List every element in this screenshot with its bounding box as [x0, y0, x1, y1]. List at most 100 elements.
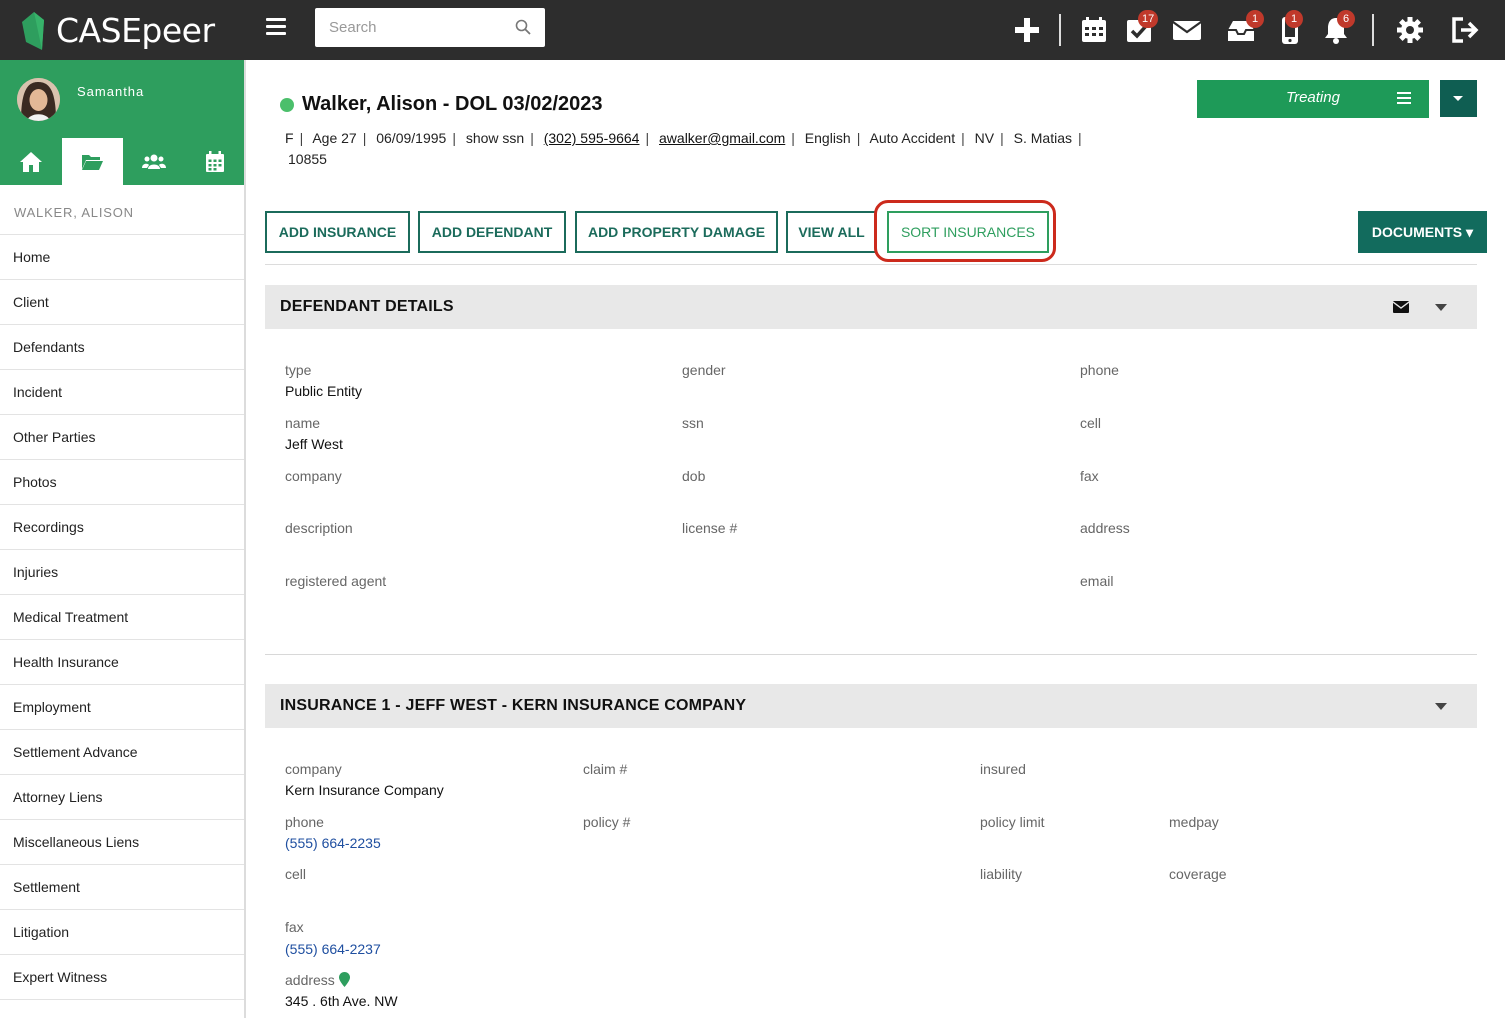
field-label-phone: phone — [285, 814, 324, 830]
sidebar-item-photos[interactable]: Photos — [0, 460, 244, 505]
collapse-chevron-icon[interactable] — [1435, 304, 1447, 311]
collapse-chevron-icon[interactable] — [1435, 703, 1447, 710]
sidebar-nav: Home Client Defendants Incident Other Partie… — [0, 235, 244, 1000]
status-menu-icon — [1397, 92, 1411, 104]
client-phone-link[interactable]: (302) 595-9664 — [544, 130, 640, 146]
insurance-1-header[interactable]: INSURANCE 1 - JEFF WEST - KERN INSURANCE… — [265, 684, 1477, 728]
notifications-bell-icon[interactable]: 6 — [1319, 10, 1355, 48]
menu-toggle-icon[interactable] — [266, 18, 286, 36]
sidebar-item-expert-witness[interactable]: Expert Witness — [0, 955, 244, 1000]
status-dot — [280, 98, 294, 112]
map-pin-icon[interactable] — [338, 972, 350, 987]
client-dob: 06/09/1995 — [376, 130, 447, 146]
field-value-name: Jeff West — [285, 436, 343, 452]
field-label-company: company — [285, 468, 342, 484]
casepeer-logo[interactable]: CASEpeer — [18, 6, 215, 54]
avatar[interactable] — [17, 78, 60, 121]
highlight-annotation — [874, 200, 1056, 262]
sidebar-user-panel: Samantha — [0, 60, 244, 185]
sidebar-item-medical-treatment[interactable]: Medical Treatment — [0, 595, 244, 640]
mail-icon[interactable] — [1170, 12, 1204, 48]
case-status-button[interactable]: Treating — [1197, 80, 1429, 118]
field-value-address: 345 . 6th Ave. NW — [285, 993, 398, 1009]
field-label-ssn: ssn — [682, 415, 704, 431]
add-insurance-button[interactable]: ADD INSURANCE — [265, 211, 410, 253]
client-age: Age 27 — [312, 130, 357, 146]
tab-contacts[interactable] — [123, 138, 185, 185]
sidebar-item-miscellaneous-liens[interactable]: Miscellaneous Liens — [0, 820, 244, 865]
home-icon — [19, 151, 42, 172]
sidebar-item-settlement[interactable]: Settlement — [0, 865, 244, 910]
status-dropdown-toggle[interactable] — [1440, 80, 1477, 117]
field-label-name: name — [285, 415, 321, 431]
tab-case-files[interactable] — [61, 138, 123, 185]
sidebar-item-defendants[interactable]: Defendants — [0, 325, 244, 370]
search-icon[interactable] — [515, 19, 531, 35]
view-all-button[interactable]: VIEW ALL — [786, 211, 877, 253]
defendant-details-header[interactable]: DEFENDANT DETAILS — [265, 285, 1477, 329]
field-label-insured: insured — [980, 761, 1026, 777]
insurance-phone-link[interactable]: (555) 664-2235 — [285, 835, 381, 851]
sidebar-item-settlement-advance[interactable]: Settlement Advance — [0, 730, 244, 775]
sidebar-item-recordings[interactable]: Recordings — [0, 505, 244, 550]
field-label-email: email — [1080, 573, 1114, 589]
sidebar-item-litigation[interactable]: Litigation — [0, 910, 244, 955]
field-label-coverage: coverage — [1169, 866, 1227, 882]
field-label-type: type — [285, 362, 312, 378]
brand-name: CASEpeer — [56, 10, 215, 50]
client-language: English — [804, 130, 851, 146]
section-divider — [265, 654, 1477, 655]
field-label-policy: policy # — [583, 814, 631, 830]
chevron-down-icon — [1453, 96, 1463, 101]
field-value-company: Kern Insurance Company — [285, 782, 444, 798]
add-new-icon[interactable] — [1010, 12, 1044, 48]
settings-gear-icon[interactable] — [1393, 12, 1427, 48]
field-label-dob: dob — [682, 468, 706, 484]
field-label-cell: cell — [1080, 415, 1102, 431]
field-label-address: address — [285, 972, 350, 988]
sidebar-tabs — [0, 138, 246, 185]
section-title: INSURANCE 1 - JEFF WEST - KERN INSURANCE… — [280, 697, 747, 714]
sidebar-item-attorney-liens[interactable]: Attorney Liens — [0, 775, 244, 820]
sidebar-item-health-insurance[interactable]: Health Insurance — [0, 640, 244, 685]
tab-calendar[interactable] — [185, 138, 247, 185]
tab-home[interactable] — [0, 138, 62, 185]
field-label-fax: fax — [1080, 468, 1099, 484]
documents-dropdown-button[interactable]: DOCUMENTS ▾ — [1358, 211, 1487, 253]
inbox-icon[interactable]: 1 — [1224, 10, 1264, 48]
case-state: NV — [974, 130, 995, 146]
logout-icon[interactable] — [1448, 12, 1482, 48]
field-label-fax: fax — [285, 919, 304, 935]
section-title: DEFENDANT DETAILS — [280, 298, 454, 315]
sidebar-item-home[interactable]: Home — [0, 235, 244, 280]
insurance-fax-link[interactable]: (555) 664-2237 — [285, 941, 381, 957]
sidebar-item-other-parties[interactable]: Other Parties — [0, 415, 244, 460]
client-info-line: F | Age 27 | 06/09/1995 | show ssn | (302) 5… — [285, 130, 1082, 167]
notifications-badge: 6 — [1337, 10, 1355, 28]
tasks-badge: 17 — [1138, 10, 1159, 28]
field-label-company: company — [285, 761, 342, 777]
search-input[interactable] — [315, 8, 505, 47]
mobile-phone-icon[interactable]: 1 — [1273, 10, 1307, 48]
client-email-link[interactable]: awalker@gmail.com — [659, 130, 785, 146]
toolbar-divider — [1059, 14, 1061, 46]
envelope-icon[interactable] — [1393, 301, 1409, 313]
show-ssn-link[interactable]: show ssn — [466, 130, 524, 146]
assigned-staff: S. Matias — [1013, 130, 1072, 146]
calendar-icon[interactable] — [1077, 12, 1111, 48]
tasks-icon[interactable]: 17 — [1122, 10, 1159, 48]
sidebar-item-employment[interactable]: Employment — [0, 685, 244, 730]
search-box — [315, 8, 545, 47]
divider — [265, 264, 1477, 265]
address-label-text: address — [285, 972, 335, 988]
sidebar-item-client[interactable]: Client — [0, 280, 244, 325]
toolbar-divider — [1372, 14, 1374, 46]
sidebar-item-incident[interactable]: Incident — [0, 370, 244, 415]
field-label-policy-limit: policy limit — [980, 814, 1045, 830]
username: Samantha — [77, 84, 145, 99]
sidebar-item-injuries[interactable]: Injuries — [0, 550, 244, 595]
top-bar: CASEpeer 17 — [0, 0, 1505, 60]
add-defendant-button[interactable]: ADD DEFENDANT — [418, 211, 566, 253]
add-property-damage-button[interactable]: ADD PROPERTY DAMAGE — [575, 211, 778, 253]
leaf-logo-icon — [22, 12, 44, 50]
